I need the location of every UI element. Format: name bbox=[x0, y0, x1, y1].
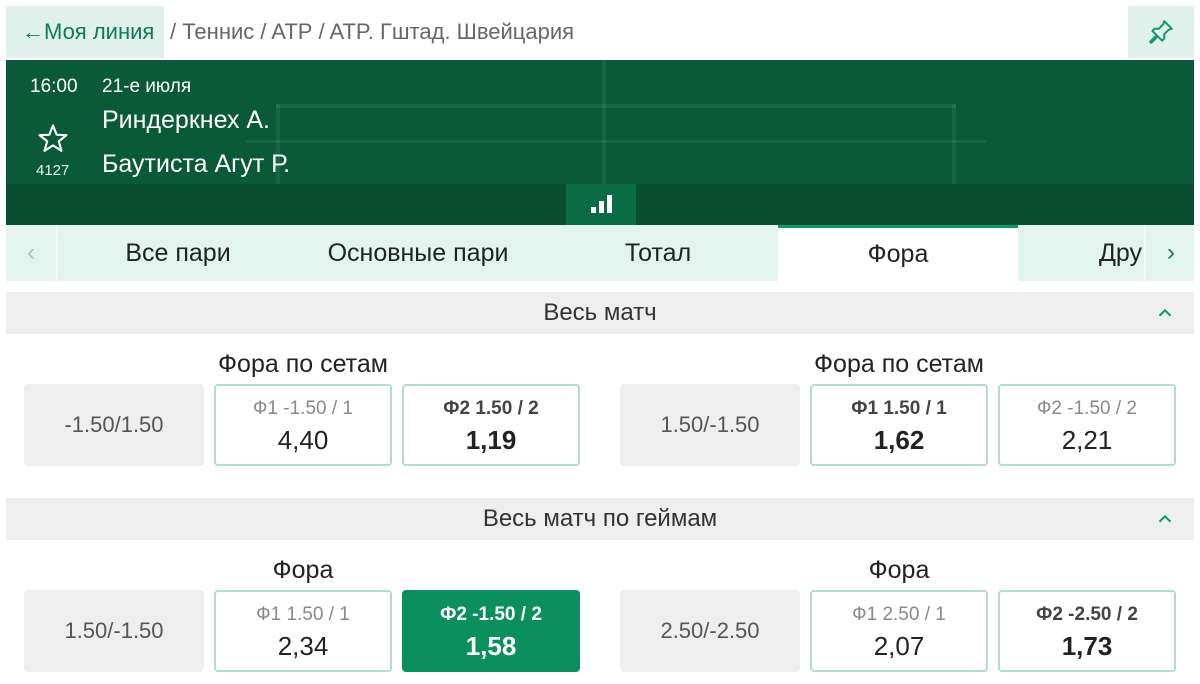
stats-strip bbox=[6, 184, 1194, 226]
my-line-back-button[interactable]: ←Моя линия bbox=[6, 6, 164, 58]
odd-value: 1,62 bbox=[873, 425, 925, 455]
tabs-scroll-right-button[interactable]: › bbox=[1144, 225, 1196, 281]
market-group-title: Фора по сетам bbox=[814, 350, 984, 378]
team-home-name: Риндеркнех А. bbox=[102, 106, 271, 134]
odd-label: Ф2 -1.50 / 2 bbox=[1036, 398, 1137, 419]
court-decoration bbox=[602, 60, 606, 184]
odd-button[interactable]: Ф2 -2.50 / 2 1,73 bbox=[998, 590, 1176, 672]
handicap-param: 2.50/-2.50 bbox=[620, 590, 800, 672]
handicap-param: 1.50/-1.50 bbox=[620, 384, 800, 466]
top-bar: ←Моя линия / Теннис / ATP / ATP. Гштад. … bbox=[0, 0, 1200, 62]
tab-other[interactable]: Дру bbox=[1018, 225, 1144, 281]
tabs-scroll-left-button[interactable]: ‹ bbox=[6, 225, 58, 281]
pin-icon bbox=[1149, 20, 1173, 44]
market-tabs: ‹ Все пари Основные пари Тотал Фора Дру … bbox=[6, 225, 1194, 281]
favorites-count: 4127 bbox=[36, 162, 70, 179]
chevron-up-icon bbox=[1158, 514, 1172, 523]
odd-value: 1,58 bbox=[465, 631, 517, 661]
section-title: Весь матч bbox=[543, 299, 657, 326]
odd-label: Ф1 1.50 / 1 bbox=[256, 604, 350, 625]
statistics-button[interactable] bbox=[566, 184, 636, 226]
odd-button[interactable]: Ф2 1.50 / 2 1,19 bbox=[402, 384, 580, 466]
odd-label: Ф2 -1.50 / 2 bbox=[440, 604, 542, 625]
odd-label: Ф2 -2.50 / 2 bbox=[1036, 604, 1138, 625]
handicap-param: 1.50/-1.50 bbox=[24, 590, 204, 672]
favorite-star-icon[interactable] bbox=[36, 122, 70, 156]
court-decoration bbox=[276, 104, 956, 108]
chevron-up-icon bbox=[1158, 308, 1172, 317]
odd-value: 2,21 bbox=[1061, 425, 1113, 455]
odd-label: Ф1 2.50 / 1 bbox=[852, 604, 946, 625]
odd-label: Ф1 -1.50 / 1 bbox=[252, 398, 353, 419]
match-date: 21-е июля bbox=[102, 76, 192, 97]
odd-button[interactable]: Ф2 -1.50 / 2 2,21 bbox=[998, 384, 1176, 466]
odd-button[interactable]: Ф1 1.50 / 1 2,34 bbox=[214, 590, 392, 672]
court-decoration bbox=[952, 104, 956, 184]
tab-all-bets[interactable]: Все пари bbox=[58, 225, 298, 281]
odd-value: 1,19 bbox=[465, 425, 517, 455]
breadcrumb: / Теннис / ATP / ATP. Гштад. Швейцария bbox=[170, 6, 574, 58]
odd-label: Ф2 1.50 / 2 bbox=[443, 398, 539, 419]
odd-button[interactable]: Ф1 -1.50 / 1 4,40 bbox=[214, 384, 392, 466]
section-header-match-games[interactable]: Весь матч по геймам bbox=[6, 498, 1194, 540]
tab-total[interactable]: Тотал bbox=[538, 225, 778, 281]
odd-button-selected[interactable]: Ф2 -1.50 / 2 1,58 bbox=[402, 590, 580, 672]
odd-value: 2,34 bbox=[277, 631, 329, 661]
section-header-whole-match[interactable]: Весь матч bbox=[6, 292, 1194, 334]
section-title: Весь матч по геймам bbox=[482, 505, 718, 532]
market-group-title: Фора по сетам bbox=[218, 350, 388, 378]
breadcrumb-item-atp[interactable]: / ATP bbox=[260, 19, 312, 45]
odd-button[interactable]: Ф1 1.50 / 1 1,62 bbox=[810, 384, 988, 466]
match-time: 16:00 bbox=[30, 76, 78, 97]
pin-button[interactable] bbox=[1128, 6, 1194, 58]
tab-main-bets[interactable]: Основные пари bbox=[298, 225, 538, 281]
market-group-title: Фора bbox=[272, 556, 334, 584]
bar-chart-icon bbox=[606, 195, 612, 213]
match-header: 16:00 21-е июля Риндеркнех А. Баутиста А… bbox=[6, 60, 1194, 184]
odd-value: 4,40 bbox=[277, 425, 329, 455]
odd-value: 1,73 bbox=[1061, 631, 1113, 661]
breadcrumb-item-tournament[interactable]: / ATP. Гштад. Швейцария bbox=[318, 19, 574, 45]
bar-chart-icon bbox=[598, 201, 604, 213]
chevron-left-icon: ‹ bbox=[27, 239, 35, 266]
odd-value: 2,07 bbox=[873, 631, 925, 661]
chevron-right-icon: › bbox=[1167, 239, 1175, 266]
odd-button[interactable]: Ф1 2.50 / 1 2,07 bbox=[810, 590, 988, 672]
odd-label: Ф1 1.50 / 1 bbox=[851, 398, 947, 419]
court-decoration bbox=[246, 140, 986, 143]
market-group-title: Фора bbox=[868, 556, 930, 584]
bar-chart-icon bbox=[590, 207, 596, 213]
team-away-name: Баутиста Агут Р. bbox=[102, 150, 291, 178]
breadcrumb-item-tennis[interactable]: / Теннис bbox=[170, 19, 254, 45]
handicap-param: -1.50/1.50 bbox=[24, 384, 204, 466]
tab-handicap[interactable]: Фора bbox=[778, 225, 1018, 281]
